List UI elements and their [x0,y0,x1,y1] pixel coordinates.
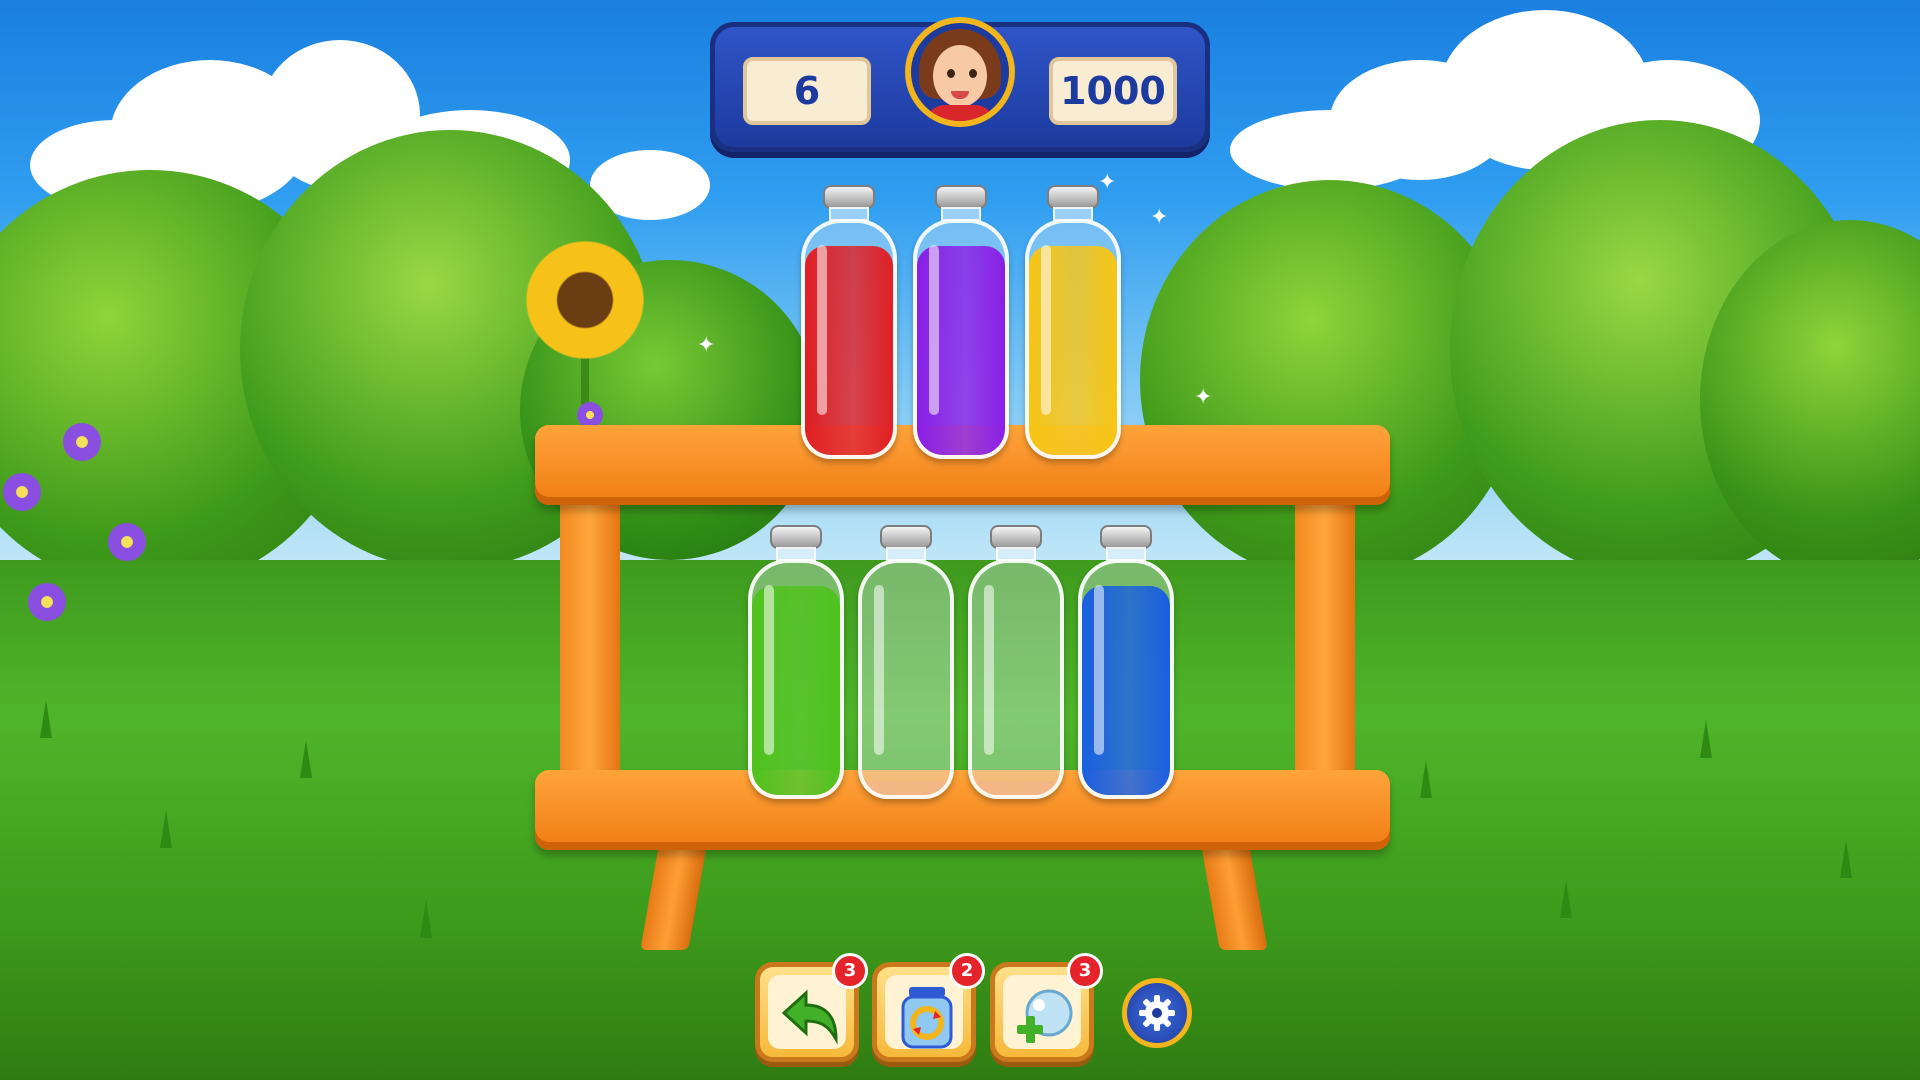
purple-flower [60,420,104,464]
undo-button-face [768,975,846,1049]
bottle-glass [968,559,1064,799]
bottle-red[interactable] [801,185,897,461]
bottle-empty[interactable] [968,525,1064,801]
undo-arrow-icon [781,989,838,1045]
grass-blade [1700,720,1712,758]
top-hud-panel: 6 1000 [710,17,1210,152]
bottle-glass [913,219,1009,459]
glass-shine [874,585,884,755]
liquid-fill [862,781,950,795]
bottle-green[interactable] [748,525,844,801]
bottle-yellow[interactable] [1025,185,1121,461]
bottle-blue[interactable] [1078,525,1174,801]
shuffle-button-face [885,975,963,1049]
bottle-cap [1100,525,1152,549]
moves-counter: 6 [743,57,871,125]
purple-flower [0,470,44,514]
bottle-cap [935,185,987,209]
glass-shine [1041,245,1051,415]
avatar-eye [969,69,977,78]
sparkle-icon: ✦ [697,333,716,358]
purple-flower [25,580,69,624]
shuffle-button[interactable]: 2 [872,953,985,1062]
sparkle-icon: ✦ [1098,170,1117,195]
sunflower [525,240,645,360]
sparkle-icon: ✦ [1194,385,1213,410]
sparkle-icon: ✦ [1150,205,1169,230]
bottle-cap [1047,185,1099,209]
glass-shine [929,245,939,415]
undo-button[interactable]: 3 [755,953,868,1062]
grass-blade [1560,880,1572,918]
bottle-glass [1078,559,1174,799]
bottle-glass [801,219,897,459]
grass-blade [1420,760,1432,798]
bottle-cap [770,525,822,549]
glass-shine [1094,585,1104,755]
shuffle-jar-icon [901,987,953,1049]
player-avatar[interactable] [905,17,1015,127]
glass-shine [817,245,827,415]
bottle-glass [748,559,844,799]
bottle-cap [990,525,1042,549]
bottle-empty[interactable] [858,525,954,801]
gear-icon [1139,995,1175,1031]
undo-count-badge: 3 [832,953,868,989]
bottle-cap [880,525,932,549]
bottle-glass [858,559,954,799]
grass-blade [1840,840,1852,878]
grass-blade [420,900,432,938]
avatar-collar [925,105,995,121]
avatar-eye [947,69,955,78]
settings-button[interactable] [1122,978,1192,1048]
liquid-fill [972,781,1060,795]
grass-blade [300,740,312,778]
add-bottle-count-badge: 3 [1067,953,1103,989]
bottle-glass [1025,219,1121,459]
coins-counter: 1000 [1049,57,1177,125]
add-bottle-icon [1017,989,1073,1043]
shuffle-count-badge: 2 [949,953,985,989]
bottle-purple[interactable] [913,185,1009,461]
glass-shine [984,585,994,755]
shelf-post-right [1295,485,1355,785]
add-bottle-button-face [1003,975,1081,1049]
shelf-post-left [560,485,620,785]
purple-flower [105,520,149,564]
grass-blade [40,700,52,738]
bottle-cap [823,185,875,209]
shelf-bottom-board [535,770,1390,850]
glass-shine [764,585,774,755]
grass-blade [160,810,172,848]
add-bottle-button[interactable]: 3 [990,953,1103,1062]
